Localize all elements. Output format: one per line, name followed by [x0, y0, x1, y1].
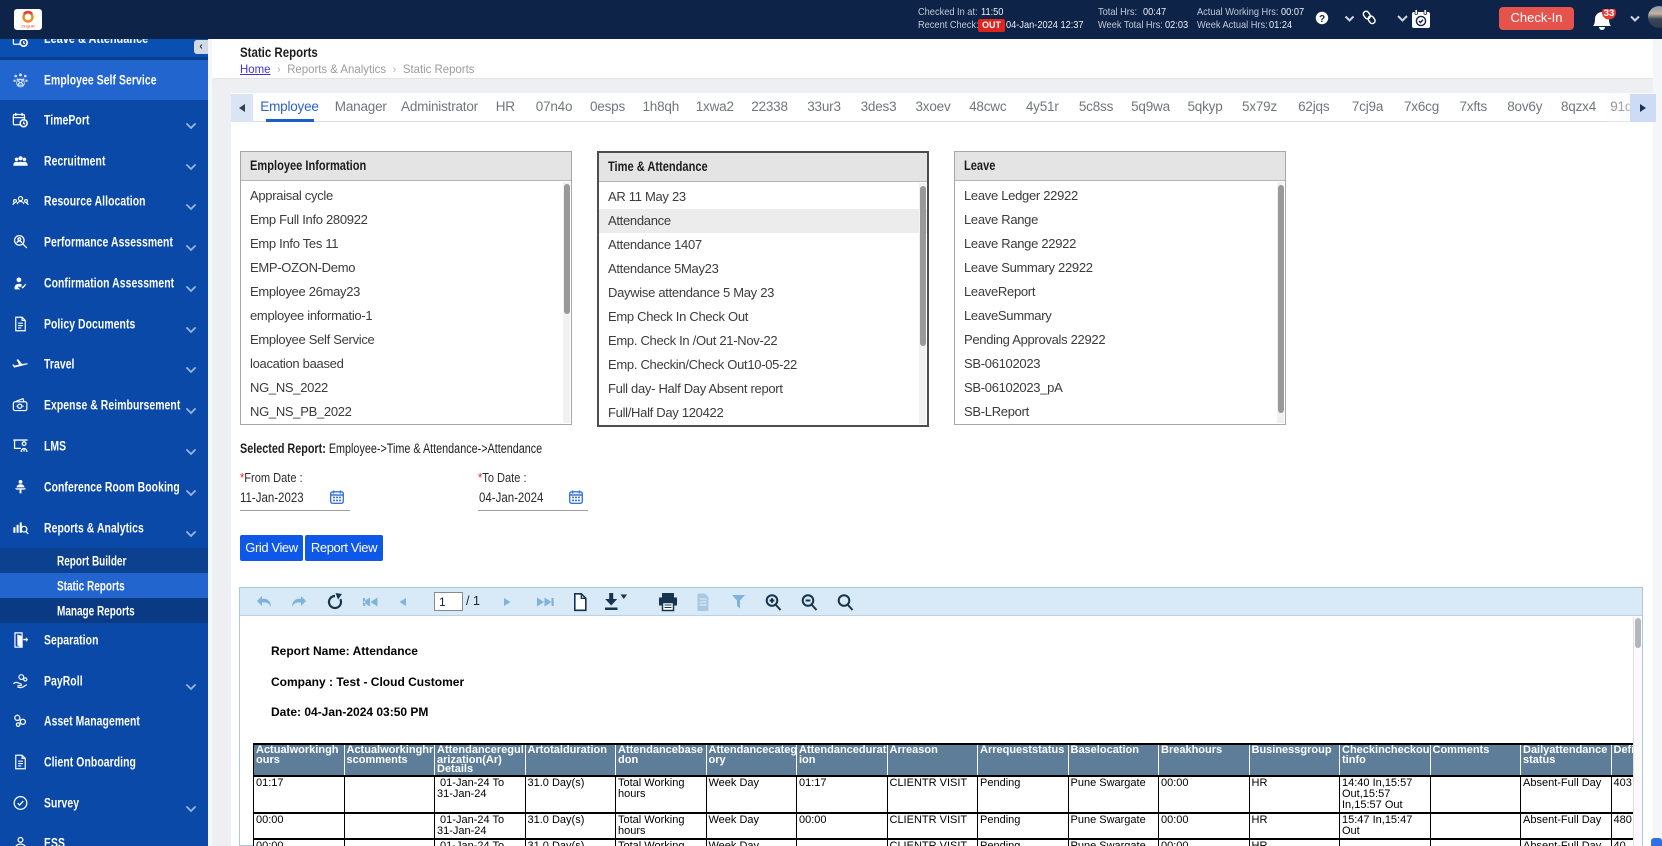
svg-text:33: 33	[1604, 9, 1615, 19]
svg-text:ZingHR: ZingHR	[21, 24, 35, 29]
svg-text:?: ?	[1319, 14, 1325, 25]
